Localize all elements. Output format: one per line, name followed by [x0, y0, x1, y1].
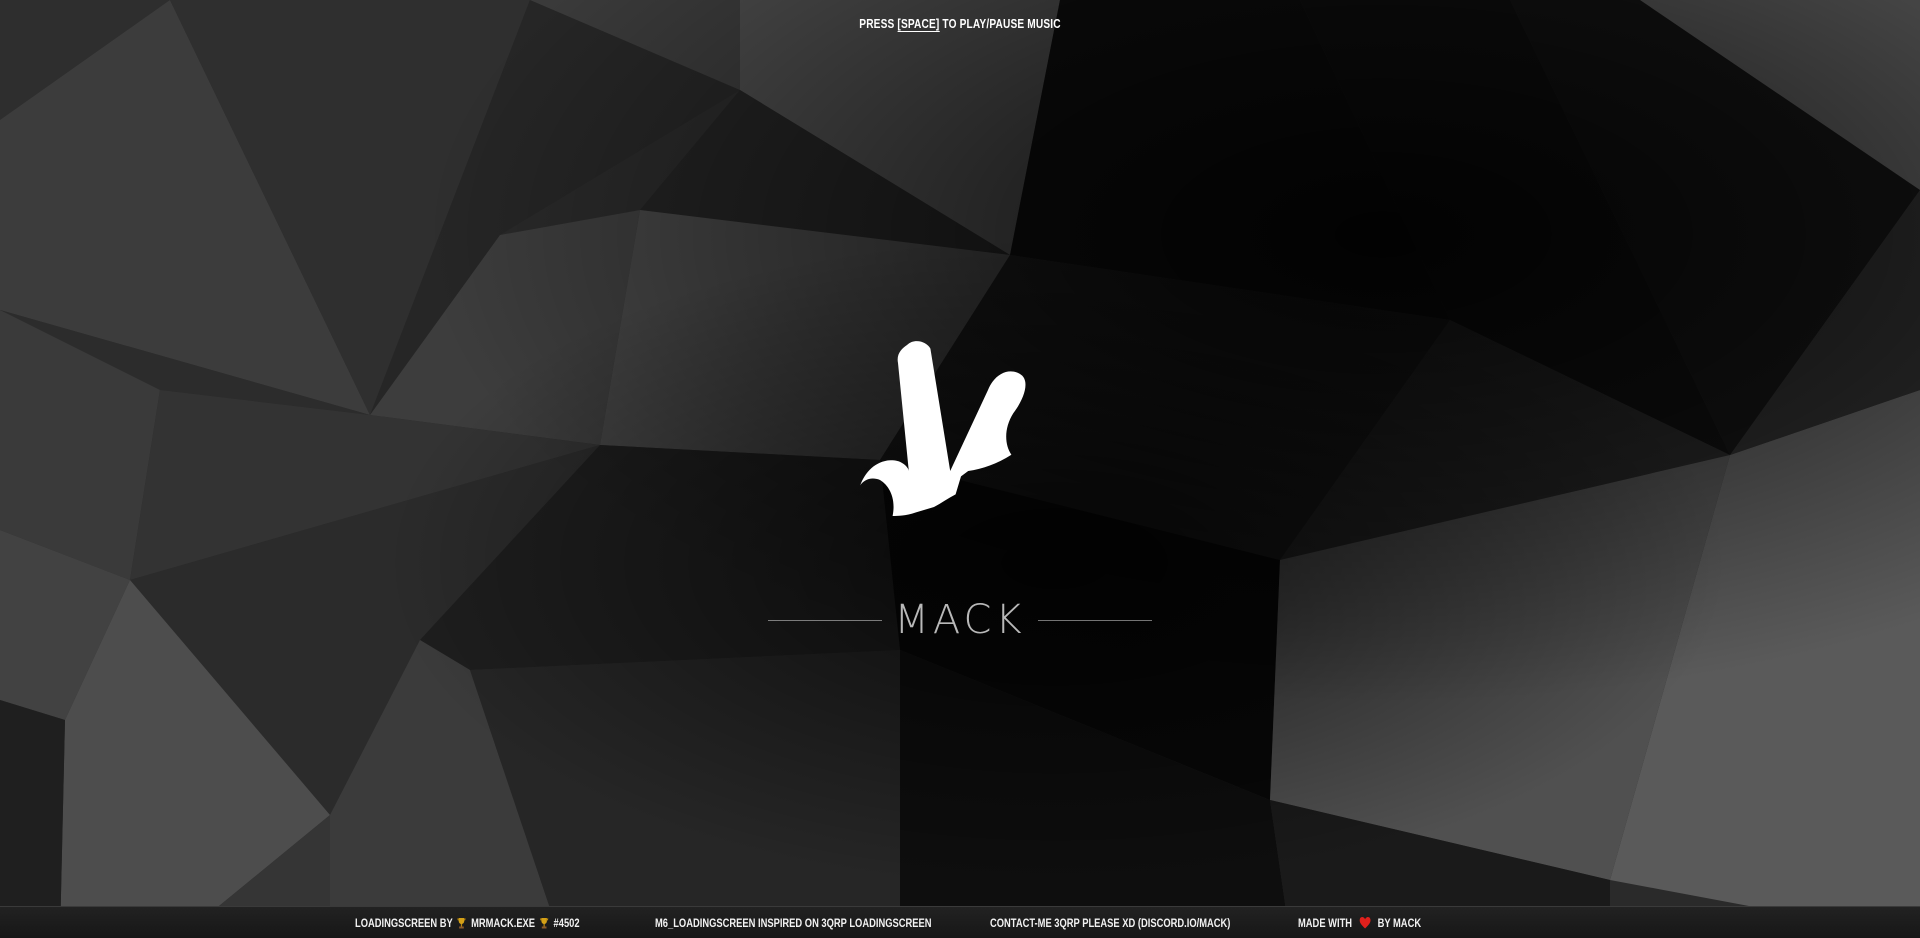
hint-suffix: TO PLAY/PAUSE MUSIC	[939, 16, 1061, 31]
made-with-suffix: BY MACK	[1377, 916, 1422, 930]
brand-divider-left	[768, 619, 883, 621]
footer-inspired: M6_LOADINGSCREEN INSPIRED ON 3QRP LOADIN…	[655, 916, 932, 930]
credit-tag: #4502	[553, 916, 580, 930]
footer-credit: LOADINGSCREEN BY MRMACK.EXE #4502	[355, 916, 580, 930]
m-logo-icon	[860, 341, 1026, 516]
loading-screen: PRESS [SPACE] TO PLAY/PAUSE MUSIC MACK L…	[0, 0, 1920, 938]
brand-name: MACK	[894, 597, 1026, 643]
trophy-icon	[540, 918, 549, 929]
made-with-prefix: MADE WITH	[1298, 916, 1353, 930]
space-key-label: [SPACE]	[897, 16, 940, 32]
hint-prefix: PRESS	[859, 16, 898, 31]
music-toggle-hint: PRESS [SPACE] TO PLAY/PAUSE MUSIC	[211, 16, 1709, 32]
footer-contact: CONTACT-ME 3QRP PLEASE XD (DISCORD.IO/MA…	[990, 916, 1231, 930]
credit-user: MRMACK.EXE	[471, 916, 536, 930]
brand-divider-right	[1037, 619, 1152, 621]
brand-title: MACK	[768, 596, 1152, 644]
footer-bar: LOADINGSCREEN BY MRMACK.EXE #4502 M6_LOA…	[0, 906, 1920, 938]
heart-icon	[1359, 917, 1371, 929]
credit-prefix: LOADINGSCREEN BY	[355, 916, 453, 930]
footer-made-with: MADE WITH BY MACK	[1298, 916, 1421, 930]
trophy-icon	[457, 918, 467, 929]
